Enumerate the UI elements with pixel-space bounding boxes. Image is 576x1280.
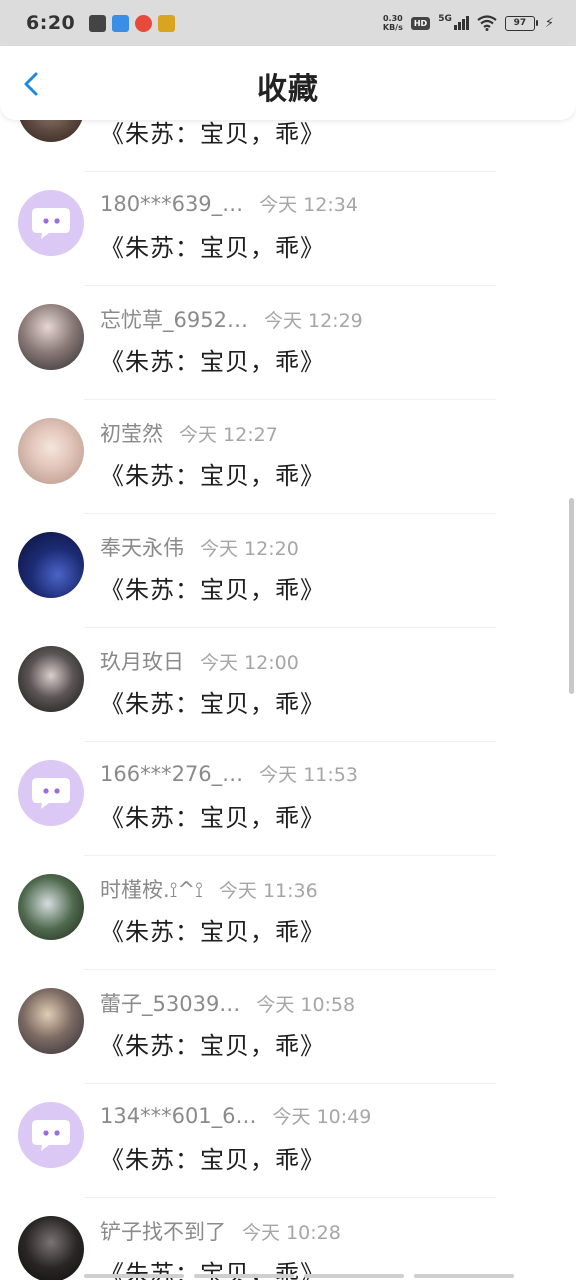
list-item[interactable]: 134***601_6… 今天 10:49 《朱苏：宝贝，乖》 bbox=[0, 1084, 576, 1198]
page-title: 收藏 bbox=[257, 72, 319, 107]
item-meta: 166***276_… 今天 11:53 bbox=[100, 760, 358, 787]
avatar[interactable] bbox=[18, 190, 84, 256]
item-meta: 134***601_6… 今天 10:49 bbox=[100, 1102, 371, 1129]
item-meta: 蕾子_53039… 今天 10:58 bbox=[100, 988, 355, 1018]
weibo-icon bbox=[135, 14, 153, 32]
list-item[interactable]: 180***639_… 今天 12:34 《朱苏：宝贝，乖》 bbox=[0, 172, 576, 286]
scrollbar[interactable] bbox=[569, 498, 574, 694]
timestamp: 今天 10:28 bbox=[242, 1222, 341, 1244]
net-speed: 0.30 KB/s bbox=[383, 14, 403, 32]
message-text[interactable]: 《朱苏：宝贝，乖》 bbox=[100, 798, 325, 833]
message-text[interactable]: 《朱苏：宝贝，乖》 bbox=[100, 1026, 325, 1061]
status-time: 6:20 bbox=[26, 12, 76, 34]
item-meta: 忘忧草_6952… 今天 12:29 bbox=[100, 304, 363, 334]
timestamp: 今天 12:34 bbox=[259, 194, 358, 216]
username[interactable]: 166***276_… bbox=[100, 762, 243, 786]
battery-level: 97 bbox=[513, 18, 527, 28]
notification-icons bbox=[89, 14, 176, 32]
charging-icon: ⚡ bbox=[544, 15, 554, 31]
list-item[interactable]: 蕾子_53039… 今天 10:58 《朱苏：宝贝，乖》 bbox=[0, 970, 576, 1084]
avatar[interactable] bbox=[18, 760, 84, 826]
avatar[interactable] bbox=[18, 418, 84, 484]
username[interactable]: 忘忧草_6952… bbox=[100, 304, 248, 334]
message-text[interactable]: 《朱苏：宝贝，乖》 bbox=[100, 342, 325, 377]
item-meta: 铲子找不到了 今天 10:28 bbox=[100, 1216, 341, 1246]
avatar[interactable] bbox=[18, 988, 84, 1054]
username[interactable]: 180***639_… bbox=[100, 192, 243, 216]
avatar[interactable] bbox=[18, 120, 84, 142]
avatar[interactable] bbox=[18, 304, 84, 370]
timestamp: 今天 12:20 bbox=[200, 538, 299, 560]
avatar[interactable] bbox=[18, 646, 84, 712]
item-meta: 玖月玫日 今天 12:00 bbox=[100, 646, 299, 676]
avatar[interactable] bbox=[18, 1216, 84, 1280]
item-meta: 奉天永伟 今天 12:20 bbox=[100, 532, 299, 562]
username[interactable]: 奉天永伟 bbox=[100, 532, 184, 562]
message-text[interactable]: 《朱苏：宝贝，乖》 bbox=[100, 570, 325, 605]
net-speed-value: 0.30 bbox=[382, 14, 403, 23]
item-meta: 时槿桉.⟟^⟟ 今天 11:36 bbox=[100, 874, 318, 904]
list-item[interactable]: 初莹然 今天 12:27 《朱苏：宝贝，乖》 bbox=[0, 400, 576, 514]
item-meta: 初莹然 今天 12:27 bbox=[100, 418, 278, 448]
timestamp: 今天 12:00 bbox=[200, 652, 299, 674]
status-bar: 6:20 0.30 KB/s HD 5G 97 ⚡ bbox=[0, 0, 576, 46]
app-notification-icon bbox=[112, 14, 130, 32]
message-text[interactable]: 《朱苏：宝贝，乖》 bbox=[100, 228, 325, 263]
battery-icon: 97 bbox=[504, 15, 538, 31]
username[interactable]: 玖月玫日 bbox=[100, 646, 184, 676]
timestamp: 今天 11:36 bbox=[218, 880, 318, 902]
message-text[interactable]: 《朱苏：宝贝，乖》 bbox=[100, 120, 325, 149]
username[interactable]: 初莹然 bbox=[100, 418, 163, 448]
chat-bubble-icon bbox=[32, 778, 70, 809]
username[interactable]: 铲子找不到了 bbox=[100, 1216, 226, 1246]
message-text[interactable]: 《朱苏：宝贝，乖》 bbox=[100, 912, 325, 947]
chat-bubble-icon bbox=[32, 1120, 70, 1151]
username[interactable]: 蕾子_53039… bbox=[100, 988, 240, 1018]
timestamp: 今天 11:53 bbox=[259, 764, 358, 786]
list-item[interactable]: 奉天永伟 今天 12:20 《朱苏：宝贝，乖》 bbox=[0, 514, 576, 628]
item-meta: 180***639_… 今天 12:34 bbox=[100, 190, 358, 217]
home-indicator bbox=[84, 1274, 514, 1278]
timestamp: 今天 12:27 bbox=[179, 424, 278, 446]
network-type: 5G bbox=[438, 14, 452, 24]
signal-bars-icon bbox=[453, 16, 469, 30]
avatar[interactable] bbox=[18, 874, 84, 940]
list-item[interactable]: 玖月玫日 今天 12:00 《朱苏：宝贝，乖》 bbox=[0, 628, 576, 742]
timestamp: 今天 10:49 bbox=[272, 1106, 372, 1128]
message-text[interactable]: 《朱苏：宝贝，乖》 bbox=[100, 1140, 325, 1175]
list-item[interactable]: 忘忧草_6952… 今天 12:29 《朱苏：宝贝，乖》 bbox=[0, 286, 576, 400]
username[interactable]: 134***601_6… bbox=[100, 1104, 257, 1128]
list-item[interactable]: 铲子找不到了 今天 10:28 《朱苏：宝贝，乖》 bbox=[0, 1198, 576, 1280]
list-item[interactable]: 166***276_… 今天 11:53 《朱苏：宝贝，乖》 bbox=[0, 742, 576, 856]
timestamp: 今天 12:29 bbox=[263, 310, 363, 332]
avatar[interactable] bbox=[18, 1102, 84, 1168]
favorites-list[interactable]: 《朱苏：宝贝，乖》 180***639_… 今天 12:34 《朱苏：宝贝，乖》 忘忧草… bbox=[0, 120, 576, 1280]
status-right: 0.30 KB/s HD 5G 97 ⚡ bbox=[383, 14, 554, 32]
hd-badge: HD bbox=[410, 16, 431, 30]
avatar[interactable] bbox=[18, 532, 84, 598]
timestamp: 今天 10:58 bbox=[256, 994, 356, 1016]
net-speed-unit: KB/s bbox=[382, 23, 403, 32]
username[interactable]: 时槿桉.⟟^⟟ bbox=[100, 874, 203, 904]
list-item[interactable]: 《朱苏：宝贝，乖》 bbox=[0, 120, 576, 172]
calendar-icon bbox=[89, 14, 107, 32]
chat-bubble-icon bbox=[32, 208, 70, 239]
message-text[interactable]: 《朱苏：宝贝，乖》 bbox=[100, 456, 325, 491]
header-bar: 收藏 bbox=[0, 46, 576, 120]
message-text[interactable]: 《朱苏：宝贝，乖》 bbox=[100, 684, 325, 719]
game-notification-icon bbox=[158, 14, 176, 32]
wifi-icon bbox=[477, 15, 497, 31]
list-item[interactable]: 时槿桉.⟟^⟟ 今天 11:36 《朱苏：宝贝，乖》 bbox=[0, 856, 576, 970]
